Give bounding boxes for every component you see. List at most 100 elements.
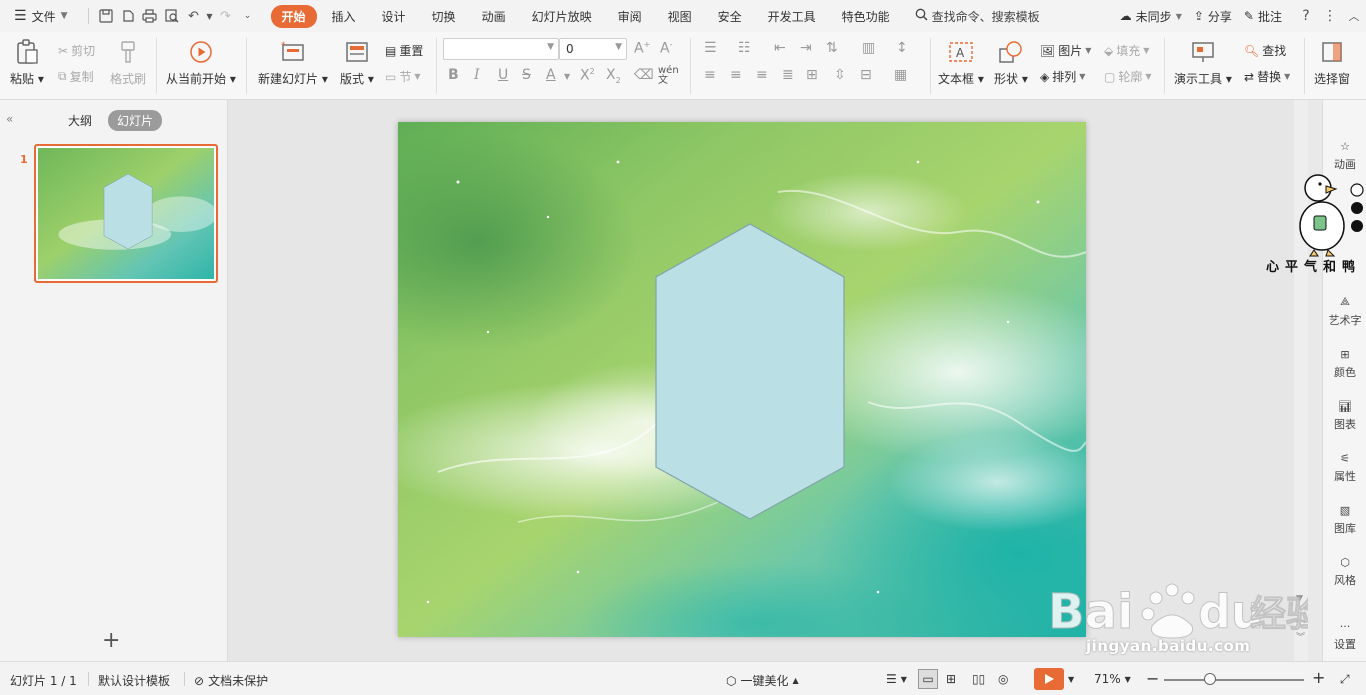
font-size-combo[interactable]: 0 ▼ — [559, 38, 627, 60]
add-slide-button[interactable]: + — [102, 628, 120, 653]
find-button[interactable]: 🔍︎ 查找 — [1244, 42, 1286, 59]
output-icon[interactable] — [117, 5, 139, 27]
increase-font-icon[interactable]: A+ — [634, 40, 650, 57]
text-direction-icon[interactable]: ⇅ — [826, 40, 838, 56]
share-button[interactable]: ⇪ 分享 — [1194, 8, 1232, 25]
slide-sorter-view-icon[interactable]: ⊞ — [946, 672, 956, 686]
tab-security[interactable]: 安全 — [707, 5, 753, 28]
convert-icon[interactable]: ▦ — [894, 67, 907, 83]
chevron-down-icon[interactable]: ▼ — [564, 72, 570, 81]
format-painter-button[interactable]: 格式刷 — [110, 38, 146, 87]
hexagon-shape[interactable] — [655, 223, 845, 520]
tab-design[interactable]: 设计 — [371, 5, 417, 28]
distribute-icon[interactable]: ⊞ — [806, 67, 818, 83]
shape-button[interactable]: 形状 ▾ — [994, 38, 1028, 87]
align-center-icon[interactable]: ≡ — [730, 67, 742, 83]
bullet-list-icon[interactable]: ☰ — [704, 40, 717, 56]
superscript-icon[interactable]: X2 — [580, 67, 595, 84]
tab-insert[interactable]: 插入 — [321, 5, 367, 28]
columns-icon[interactable]: ▥ — [862, 40, 875, 56]
strikethrough-icon[interactable]: S — [522, 67, 531, 83]
arrange-button[interactable]: ◈ 排列 ▼ — [1040, 68, 1085, 85]
document-protection-button[interactable]: ⊘ 文档未保护 — [194, 672, 268, 689]
chevron-down-icon[interactable]: ▼ — [205, 5, 215, 27]
style-button[interactable]: ⬡ 风格 — [1323, 552, 1366, 588]
section-button[interactable]: ▭ 节 ▼ — [385, 68, 421, 85]
zoom-slider-handle[interactable] — [1204, 673, 1216, 685]
slide-thumbnail[interactable] — [34, 144, 218, 283]
more-icon[interactable]: ⋮ — [1318, 8, 1342, 24]
tab-special[interactable]: 特色功能 — [831, 5, 901, 28]
subscript-icon[interactable]: X2 — [606, 67, 621, 85]
file-menu[interactable]: ☰ 文件 ▼ — [14, 8, 68, 25]
fill-button[interactable]: ⬙ 填充 ▼ — [1104, 42, 1149, 59]
fit-window-icon[interactable]: ⤢ — [1340, 672, 1350, 687]
beautify-button[interactable]: ⬡ 一键美化 ▲ — [726, 672, 799, 689]
reset-button[interactable]: ▤ 重置 — [385, 42, 423, 59]
tab-animation[interactable]: 动画 — [471, 5, 517, 28]
design-template-button[interactable]: 默认设计模板 — [98, 672, 170, 689]
align-left-icon[interactable]: ≡ — [704, 67, 716, 83]
cut-button[interactable]: ✂ 剪切 — [58, 42, 95, 59]
print-icon[interactable] — [139, 5, 161, 27]
chart-button[interactable]: 📊︎ 图表 — [1323, 396, 1366, 432]
paste-button[interactable]: 粘贴 ▾ — [10, 38, 44, 87]
select-pane-button[interactable]: 选择窗 — [1314, 38, 1350, 87]
vertical-align-icon[interactable]: ⊟ — [860, 67, 872, 83]
collapse-ribbon-icon[interactable]: ︿ — [1342, 8, 1366, 24]
zoom-slider-track[interactable] — [1164, 679, 1304, 681]
tab-home[interactable]: 开始 — [270, 4, 317, 28]
word-art-button[interactable]: ⟁ 艺术字 — [1323, 292, 1366, 328]
zoom-out-button[interactable]: − — [1146, 669, 1159, 688]
justify-icon[interactable]: ≣ — [782, 67, 794, 83]
phonetic-guide-icon[interactable]: wén 文 — [658, 66, 679, 86]
underline-icon[interactable]: U — [498, 67, 508, 83]
presenter-view-icon[interactable]: ◎ — [998, 672, 1008, 686]
picture-button[interactable]: 🖼 图片 ▼ — [1040, 42, 1091, 59]
paragraph-spacing-icon[interactable]: ⇳ — [834, 67, 846, 83]
copy-button[interactable]: ⧉ 复制 — [58, 68, 94, 85]
replace-button[interactable]: ⇄ 替换 ▼ — [1244, 68, 1290, 85]
decrease-indent-icon[interactable]: ⇤ — [774, 40, 786, 56]
increase-indent-icon[interactable]: ⇥ — [800, 40, 812, 56]
font-color-icon[interactable]: A — [546, 67, 556, 83]
comment-button[interactable]: ✎ 批注 — [1244, 8, 1282, 25]
zoom-in-button[interactable]: + — [1312, 668, 1325, 687]
reading-view-icon[interactable]: ▯▯ — [972, 672, 985, 686]
tab-review[interactable]: 审阅 — [607, 5, 653, 28]
save-icon[interactable] — [95, 5, 117, 27]
undo-icon[interactable]: ↶ — [183, 5, 205, 27]
notes-toggle-icon[interactable]: ☰ ▼ — [886, 672, 907, 686]
bold-icon[interactable]: B — [448, 67, 459, 83]
collapse-panel-icon[interactable]: « — [6, 112, 13, 126]
from-current-button[interactable]: 从当前开始 ▾ — [166, 38, 236, 87]
settings-button[interactable]: ··· 设置 — [1323, 616, 1366, 652]
decrease-font-icon[interactable]: A- — [660, 40, 672, 57]
align-right-icon[interactable]: ≡ — [756, 67, 768, 83]
play-slideshow-button[interactable] — [1034, 668, 1064, 690]
help-button[interactable]: ? — [1294, 8, 1318, 24]
textbox-button[interactable]: A 文本框 ▾ — [938, 38, 984, 87]
new-slide-button[interactable]: * 新建幻灯片 ▾ — [258, 38, 328, 87]
tab-developer[interactable]: 开发工具 — [757, 5, 827, 28]
customize-quick-access-icon[interactable]: ⌄ — [237, 5, 259, 27]
slide[interactable] — [398, 122, 1086, 637]
chevron-down-icon[interactable]: ▼ — [1068, 675, 1074, 684]
gallery-button[interactable]: ▧ 图库 — [1323, 500, 1366, 536]
eraser-icon[interactable]: ⌫ — [634, 67, 654, 83]
line-spacing-icon[interactable]: ↕ — [896, 40, 908, 56]
font-name-combo[interactable]: ▼ — [443, 38, 559, 60]
tab-transition[interactable]: 切换 — [421, 5, 467, 28]
numbered-list-icon[interactable]: ☷ — [738, 40, 751, 56]
outline-button[interactable]: ▢ 轮廓 ▼ — [1104, 68, 1152, 85]
layout-button[interactable]: 版式 ▾ — [340, 38, 374, 87]
tab-slideshow[interactable]: 幻灯片放映 — [521, 5, 603, 28]
normal-view-icon[interactable]: ▭ — [918, 669, 938, 689]
present-tools-button[interactable]: 演示工具 ▾ — [1174, 38, 1232, 87]
print-preview-icon[interactable] — [161, 5, 183, 27]
redo-icon[interactable]: ↷ — [215, 5, 237, 27]
tab-view[interactable]: 视图 — [657, 5, 703, 28]
tab-outline[interactable]: 大纲 — [68, 112, 92, 129]
color-button[interactable]: ⊞ 颜色 — [1323, 344, 1366, 380]
sync-button[interactable]: ☁ 未同步 ▼ — [1120, 8, 1182, 25]
